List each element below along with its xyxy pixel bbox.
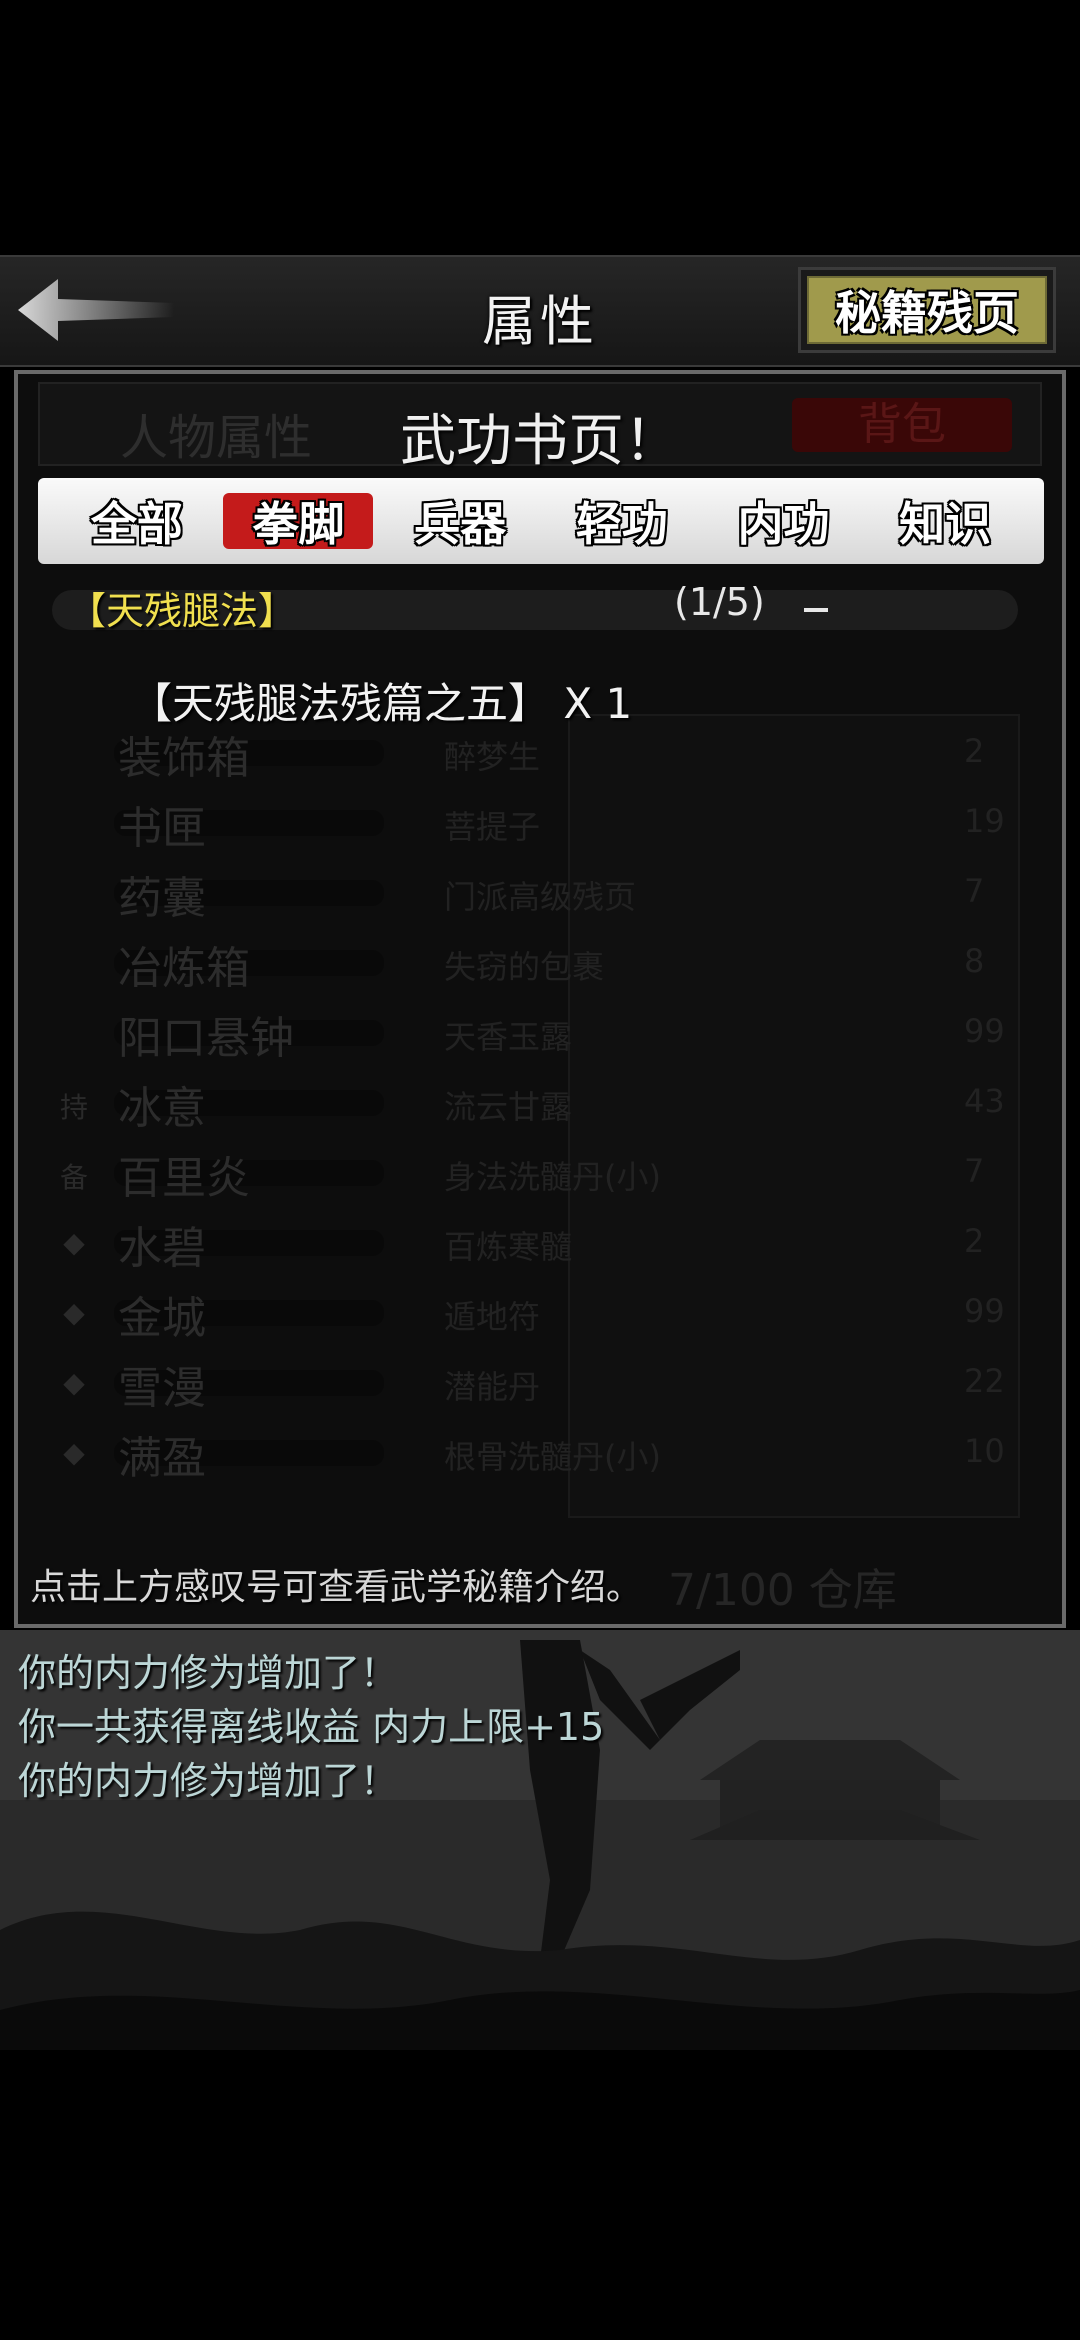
background-row-count: 7 xyxy=(964,1152,985,1190)
background-row-count: 2 xyxy=(964,732,985,770)
tab-weapons[interactable]: 兵器 xyxy=(385,493,535,551)
background-row-item: 身法洗髓丹(小) xyxy=(444,1158,661,1196)
background-row-item: 根骨洗髓丹(小) xyxy=(444,1438,661,1476)
background-row-marker: ◆ xyxy=(63,1296,85,1329)
category-progress: (1/5) xyxy=(674,580,765,624)
background-row-count: 43 xyxy=(964,1082,1005,1120)
background-row-marker: 持 xyxy=(59,1091,88,1124)
background-row-name: 装饰箱 xyxy=(118,733,250,784)
tab-all[interactable]: 全部 xyxy=(62,493,212,551)
manual-page-item[interactable]: 【天残腿法残篇之五】 X 1 xyxy=(130,670,632,731)
tab-inner-power[interactable]: 内功 xyxy=(708,493,858,551)
background-row-item: 门派高级残页 xyxy=(444,878,637,916)
background-row-item: 潜能丹 xyxy=(444,1368,541,1406)
background-row-name: 百里炎 xyxy=(118,1153,250,1204)
background-row-name: 药囊 xyxy=(118,873,206,924)
background-row-item: 菩提子 xyxy=(444,808,541,846)
background-row-count: 10 xyxy=(964,1432,1005,1470)
background-row-item: 天香玉露 xyxy=(444,1018,573,1056)
background-inventory-row: 药囊 门派高级残页 7 xyxy=(54,862,1014,926)
background-row-name: 阳口悬钟 xyxy=(118,1013,294,1064)
background-row-marker: ◆ xyxy=(63,1226,85,1259)
background-inventory-row: 书匣 菩提子 19 xyxy=(54,792,1014,856)
tab-knowledge[interactable]: 知识 xyxy=(870,493,1020,551)
tab-lightness[interactable]: 轻功 xyxy=(547,493,697,551)
background-row-item: 遁地符 xyxy=(444,1298,541,1336)
background-row-count: 2 xyxy=(964,1222,985,1260)
background-inventory-row: ◆ 金城 遁地符 99 xyxy=(54,1282,1014,1346)
background-inventory-row: 备百里炎 身法洗髓丹(小) 7 xyxy=(54,1142,1014,1206)
tab-fist-kick[interactable]: 拳脚 xyxy=(223,493,374,551)
background-row-marker: ◆ xyxy=(63,1436,85,1469)
background-row-count: 19 xyxy=(964,802,1005,840)
top-bar: 属性 秘籍残页 xyxy=(0,255,1080,367)
background-row-count: 8 xyxy=(964,942,985,980)
martial-pages-panel: 人物属性 背包 7/100 仓库 装饰箱 醉梦生 2 书匣 菩提子 19 药囊 门派高级残页 7… xyxy=(14,370,1066,1628)
category-header[interactable]: 【天残腿法】 (1/5) xyxy=(52,580,1018,633)
hint-text: 点击上方感叹号可查看武学秘籍介绍。 xyxy=(30,1567,643,1608)
collapse-icon[interactable] xyxy=(804,608,828,612)
background-row-count: 22 xyxy=(964,1362,1005,1400)
log-line: 你的内力修为增加了！ xyxy=(18,1651,399,1695)
background-row-name: 冰意 xyxy=(118,1083,206,1134)
background-row-name: 金城 xyxy=(118,1293,206,1344)
background-row-item: 醉梦生 xyxy=(444,738,541,776)
background-row-name: 雪漫 xyxy=(118,1363,206,1414)
secret-manual-pages-button[interactable]: 秘籍残页 xyxy=(798,267,1056,353)
category-tabs: 全部 拳脚 兵器 轻功 内功 知识 xyxy=(38,478,1044,564)
background-inventory-row: ◆ 满盈 根骨洗髓丹(小) 10 xyxy=(54,1422,1014,1486)
panel-title: 武功书页！ xyxy=(400,409,680,474)
secret-manual-pages-label: 秘籍残页 xyxy=(807,276,1047,344)
background-inventory-row: ◆ 雪漫 潜能丹 22 xyxy=(54,1352,1014,1416)
background-inventory-row: 装饰箱 醉梦生 2 xyxy=(54,722,1014,786)
background-inventory-row: ◆ 水碧 百炼寒髓 2 xyxy=(54,1212,1014,1276)
background-row-count: 99 xyxy=(964,1012,1005,1050)
log-line: 你的内力修为增加了！ xyxy=(18,1759,399,1803)
background-row-item: 失窃的包裹 xyxy=(444,948,605,986)
background-row-name: 水碧 xyxy=(118,1223,206,1274)
log-line: 你一共获得离线收益 内力上限+15 xyxy=(18,1705,605,1749)
background-row-name: 冶炼箱 xyxy=(118,943,250,994)
background-row-name: 书匣 xyxy=(118,803,206,854)
background-row-marker: ◆ xyxy=(63,1366,85,1399)
background-row-name: 满盈 xyxy=(118,1433,206,1484)
background-storage-count: 7/100 仓库 xyxy=(668,1565,897,1616)
category-name: 【天残腿法】 xyxy=(68,589,297,633)
background-row-count: 99 xyxy=(964,1292,1005,1330)
background-inventory-row: 持冰意 流云甘露 43 xyxy=(54,1072,1014,1136)
message-log: 你的内力修为增加了！ 你一共获得离线收益 内力上限+15 你的内力修为增加了！ xyxy=(18,1646,1058,1808)
background-row-marker: 备 xyxy=(59,1161,88,1194)
background-row-item: 流云甘露 xyxy=(444,1088,573,1126)
background-inventory-row: 阳口悬钟 天香玉露 99 xyxy=(54,1002,1014,1066)
background-row-count: 7 xyxy=(964,872,985,910)
background-inventory-row: 冶炼箱 失窃的包裹 8 xyxy=(54,932,1014,996)
background-row-item: 百炼寒髓 xyxy=(444,1228,573,1266)
